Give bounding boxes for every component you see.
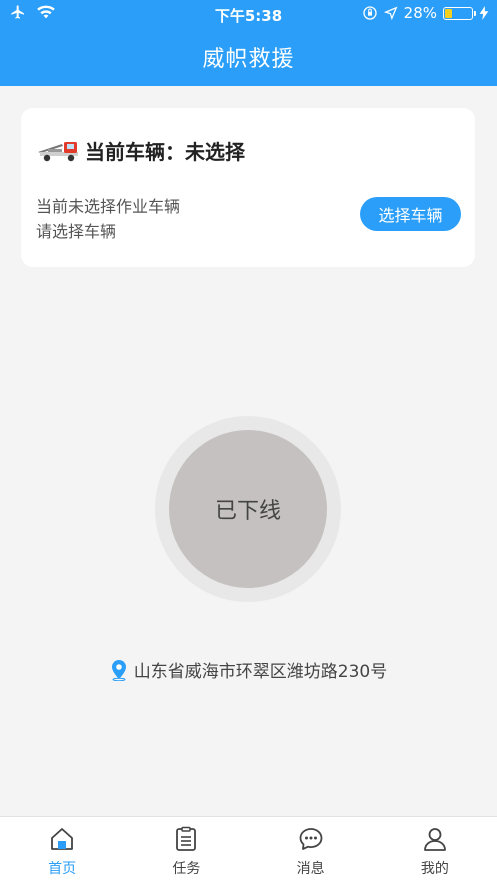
- charging-icon: [479, 6, 489, 20]
- battery-level: [445, 8, 452, 18]
- location-pin-icon: [111, 659, 126, 681]
- battery-percent: 28%: [403, 4, 437, 22]
- tab-tasks[interactable]: 任务: [124, 817, 248, 883]
- tab-profile[interactable]: 我的: [373, 817, 497, 883]
- no-vehicle-hint: 当前未选择作业车辆: [36, 197, 181, 216]
- tow-truck-icon: [38, 142, 78, 162]
- location-address: 山东省威海市环翠区潍坊路230号: [133, 662, 388, 682]
- rotation-lock-icon: [362, 6, 377, 20]
- task-list-icon: [176, 826, 197, 851]
- tab-bar: 首页 任务 消息 我的: [0, 816, 497, 883]
- tab-messages[interactable]: 消息: [249, 817, 373, 883]
- status-bar: 下午5:38 28%: [0, 0, 497, 28]
- vehicle-card: 当前车辆：未选择 当前未选择作业车辆 请选择车辆 选择车辆: [21, 108, 475, 267]
- user-icon: [423, 828, 446, 851]
- status-right: 28%: [362, 4, 489, 22]
- home-icon: [51, 828, 74, 850]
- message-icon: [299, 828, 323, 850]
- select-vehicle-button[interactable]: 选择车辆: [360, 197, 461, 231]
- page-title: 威帜救援: [202, 47, 295, 72]
- tab-home-label: 首页: [48, 861, 77, 877]
- app-header: 下午5:38 28% 威帜救援: [0, 0, 497, 86]
- select-vehicle-hint: 请选择车辆: [36, 222, 117, 241]
- battery-icon: [443, 6, 476, 20]
- tab-profile-label: 我的: [420, 861, 449, 877]
- online-status-toggle[interactable]: 已下线: [155, 416, 341, 602]
- battery-cap: [474, 10, 476, 16]
- status-label[interactable]: 已下线: [169, 430, 327, 588]
- tab-tasks-label: 任务: [172, 861, 201, 877]
- location-arrow-icon: [383, 6, 398, 20]
- current-location: 山东省威海市环翠区潍坊路230号: [0, 657, 497, 682]
- tab-messages-label: 消息: [296, 861, 325, 877]
- current-vehicle-title: 当前车辆：未选择: [85, 140, 245, 164]
- tab-home[interactable]: 首页: [0, 817, 124, 883]
